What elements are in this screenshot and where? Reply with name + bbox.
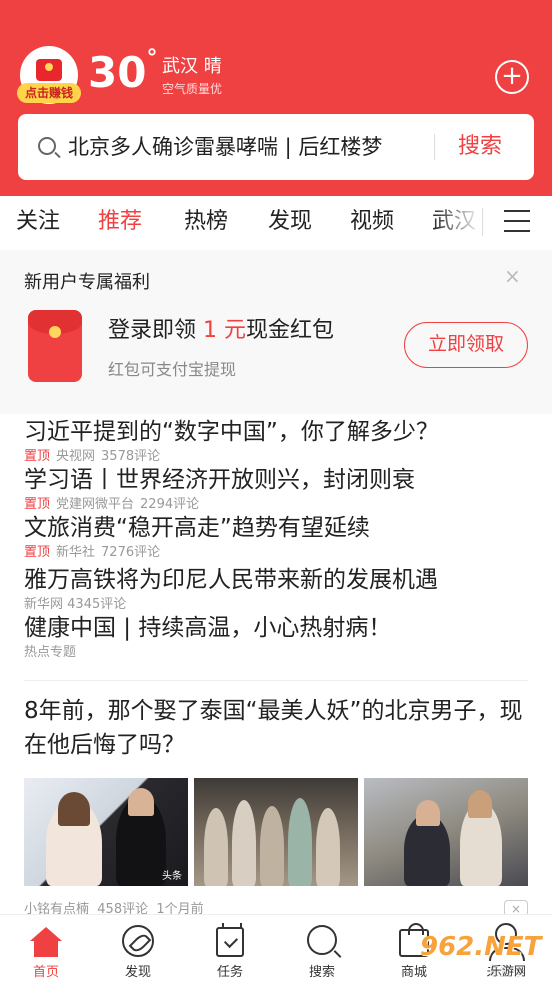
image-watermark: 头条 (162, 871, 182, 882)
red-packet-icon (28, 310, 82, 382)
pinned-tag: 置顶 (24, 545, 51, 560)
welfare-subtext: 红包可支付宝提现 (108, 360, 237, 379)
nav-label: 搜索 (308, 965, 335, 980)
feature-image-row[interactable]: 头条 (24, 778, 528, 886)
watermark-text: 乐游网 (490, 962, 527, 979)
news-item[interactable]: 健康中国 | 持续高温，小心热射病！ 热点专题 (24, 612, 534, 662)
divider (24, 680, 528, 681)
nav-label: 任务 (216, 965, 243, 980)
article-image[interactable]: 头条 (24, 778, 188, 886)
tab-divider (482, 208, 483, 236)
search-divider (434, 134, 435, 160)
news-title: 学习语丨世界经济开放则兴，封闭则衰 (24, 467, 415, 493)
feature-article-title[interactable]: 8年前，那个娶了泰国“最美人妖”的北京男子，现在他后悔了吗？ (24, 694, 524, 762)
temperature: 30° (88, 46, 158, 98)
claim-button[interactable]: 立即领取 (404, 322, 528, 368)
tab-hot[interactable]: 热榜 (184, 206, 228, 238)
tab-fade (432, 196, 482, 248)
plus-circle-icon[interactable]: + (495, 60, 529, 94)
news-comments: 7276评论 (101, 545, 161, 560)
air-quality: 空气质量优 (162, 82, 223, 96)
search-icon (307, 925, 337, 955)
news-comments: 2294评论 (140, 497, 200, 512)
pinned-tag: 置顶 (24, 449, 51, 464)
app-header: 点击赚钱 30° 武汉 晴 空气质量优 + 北京多人确诊雷暴哮喘 | 后红楼梦 … (0, 0, 552, 196)
search-input[interactable]: 北京多人确诊雷暴哮喘 | 后红楼梦 (68, 132, 408, 162)
welfare-title: 新用户专属福利 (24, 272, 150, 293)
search-button[interactable]: 搜索 (458, 132, 502, 162)
news-item[interactable]: 习近平提到的“数字中国”，你了解多少？ 置顶 央视网 3578评论 (24, 416, 534, 466)
earn-money-badge[interactable]: 点击赚钱 (17, 83, 81, 103)
news-source: 新华社 (56, 545, 96, 560)
news-item[interactable]: 学习语丨世界经济开放则兴，封闭则衰 置顶 党建网微平台 2294评论 (24, 464, 534, 514)
channel-tabs: 关注 推荐 热榜 发现 视频 武汉 (0, 196, 552, 248)
close-icon[interactable]: × (504, 264, 521, 288)
nav-home[interactable]: 首页 (0, 915, 96, 982)
tab-video[interactable]: 视频 (350, 206, 394, 238)
city-weather: 武汉 晴 (162, 56, 222, 77)
news-source: 央视网 (56, 449, 96, 464)
new-user-welfare-card: 新用户专属福利 × 登录即领 1 元现金红包 红包可支付宝提现 立即领取 (0, 250, 552, 414)
news-comments: 3578评论 (101, 449, 161, 464)
search-icon (38, 137, 56, 155)
news-item[interactable]: 文旅消费“稳开高走”趋势有望延续 置顶 新华社 7276评论 (24, 512, 534, 562)
article-image[interactable] (194, 778, 358, 886)
compass-icon (122, 925, 154, 957)
search-bar[interactable]: 北京多人确诊雷暴哮喘 | 后红楼梦 搜索 (18, 114, 534, 180)
news-meta: 热点专题 (24, 644, 534, 662)
news-source: 热点专题 (24, 645, 77, 660)
tab-recommend[interactable]: 推荐 (98, 206, 142, 238)
news-source: 党建网微平台 (56, 497, 135, 512)
menu-icon[interactable] (504, 210, 530, 232)
news-title: 习近平提到的“数字中国”，你了解多少？ (24, 419, 439, 445)
article-image[interactable] (364, 778, 528, 886)
nav-tasks[interactable]: 任务 (180, 915, 280, 982)
tab-discover[interactable]: 发现 (268, 206, 312, 238)
watermark-logo: 962.NET (420, 932, 542, 962)
tab-follow[interactable]: 关注 (16, 206, 60, 238)
nav-search[interactable]: 搜索 (272, 915, 372, 982)
news-title: 文旅消费“稳开高走”趋势有望延续 (24, 515, 370, 541)
nav-discover[interactable]: 发现 (88, 915, 188, 982)
news-comments: 4345评论 (67, 597, 127, 612)
nav-label: 首页 (32, 965, 59, 980)
welfare-headline: 登录即领 1 元现金红包 (108, 318, 335, 343)
task-icon (216, 923, 244, 957)
news-title: 健康中国 | 持续高温，小心热射病！ (24, 615, 392, 641)
news-title: 雅万高铁将为印尼人民带来新的发展机遇 (24, 567, 438, 593)
nav-label: 发现 (124, 965, 151, 980)
pinned-tag: 置顶 (24, 497, 51, 512)
site-watermark: 962.NET 乐游网 (420, 930, 550, 980)
home-icon (28, 925, 64, 959)
news-item[interactable]: 雅万高铁将为印尼人民带来新的发展机遇 新华网 4345评论 (24, 564, 534, 614)
news-source: 新华网 (24, 597, 64, 612)
news-meta: 置顶 新华社 7276评论 (24, 544, 534, 562)
